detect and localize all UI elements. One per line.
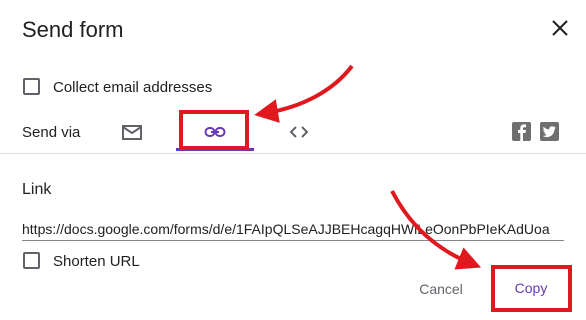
send-via-label: Send via (22, 124, 81, 141)
twitter-icon (542, 126, 556, 138)
link-url-underline (22, 240, 564, 241)
facebook-share-button[interactable] (512, 122, 531, 141)
facebook-icon (518, 124, 526, 141)
tab-email[interactable] (121, 121, 143, 143)
divider (0, 153, 586, 154)
copy-button-highlight-box (491, 265, 572, 312)
cancel-button[interactable]: Cancel (406, 272, 476, 306)
collect-email-label: Collect email addresses (53, 79, 213, 96)
link-tab-highlight-box (179, 110, 249, 150)
collect-email-checkbox[interactable] (23, 78, 40, 95)
twitter-share-button[interactable] (540, 122, 559, 141)
embed-icon (289, 126, 309, 138)
arrow-to-link-tab (254, 64, 354, 123)
link-section-label: Link (22, 181, 52, 198)
dialog-title: Send form (22, 17, 124, 42)
tab-embed[interactable] (287, 120, 311, 144)
close-button[interactable] (548, 16, 572, 40)
shorten-url-label: Shorten URL (53, 253, 140, 270)
link-url-field[interactable]: https://docs.google.com/forms/d/e/1FAIpQ… (22, 221, 564, 237)
email-icon (122, 125, 142, 140)
shorten-url-checkbox[interactable] (23, 252, 40, 269)
close-icon (552, 20, 568, 36)
